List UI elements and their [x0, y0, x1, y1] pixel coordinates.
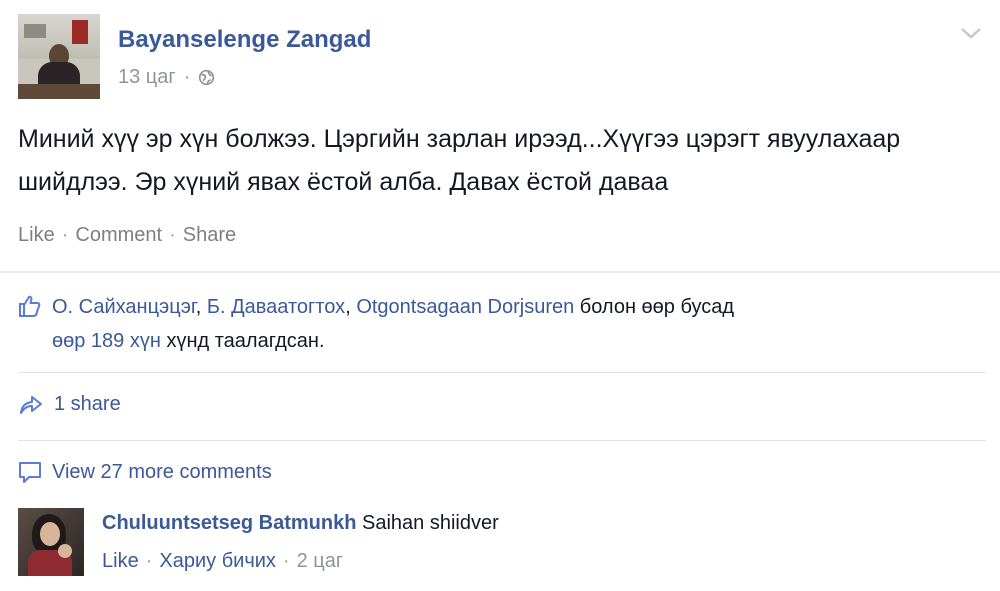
shares-summary[interactable]: 1 share: [18, 392, 121, 416]
author-avatar[interactable]: [18, 14, 100, 99]
post-meta: 13 цаг ·: [118, 66, 215, 89]
likes-others-suffix: хүнд таалагдсан.: [160, 330, 325, 352]
globe-icon[interactable]: [198, 69, 215, 86]
comment-icon: [19, 462, 41, 483]
comment-item: Chuluuntsetseg Batmunkh Saihan shiidver …: [18, 508, 982, 584]
liker-name[interactable]: Otgontsagaan Dorjsuren: [356, 296, 574, 318]
comment-text: Saihan shiidver: [362, 512, 499, 534]
share-link[interactable]: Share: [183, 224, 236, 247]
author-name[interactable]: Bayanselenge Zangad: [118, 26, 371, 54]
chevron-down-icon[interactable]: [960, 26, 982, 40]
comment-link[interactable]: Comment: [75, 224, 162, 247]
share-icon: [20, 396, 42, 414]
meta-separator: ·: [183, 66, 191, 88]
like-icon: [19, 295, 41, 317]
likes-suffix: болон өөр бусад: [574, 296, 735, 318]
commenter-avatar[interactable]: [18, 508, 84, 576]
post-text: Миний хүү эр хүн болжээ. Цэргийн зарлан …: [18, 125, 901, 196]
comment-time[interactable]: 2 цаг: [297, 550, 344, 573]
comment-actions: Like · Хариу бичих · 2 цаг: [102, 550, 343, 573]
likes-line-1: О. Сайханцэцэг, Б. Даваатогтох, Otgontsa…: [18, 290, 968, 324]
comment-reply-link[interactable]: Хариу бичих: [159, 550, 276, 573]
likes-comma: ,: [195, 296, 207, 318]
liker-name[interactable]: О. Сайханцэцэг: [52, 296, 196, 318]
post-header: Bayanselenge Zangad 13 цаг ·: [18, 14, 982, 104]
liker-name[interactable]: Б. Даваатогтох: [207, 296, 345, 318]
likes-comma: ,: [345, 296, 357, 318]
commenter-name[interactable]: Chuluuntsetseg Batmunkh: [102, 512, 356, 534]
action-separator: ·: [169, 224, 176, 246]
section-divider: [18, 372, 986, 373]
view-more-label[interactable]: View 27 more comments: [52, 461, 272, 484]
like-link[interactable]: Like: [18, 224, 55, 247]
view-more-comments[interactable]: View 27 more comments: [18, 460, 272, 484]
action-separator: ·: [145, 550, 153, 572]
comment-like-link[interactable]: Like: [102, 550, 139, 573]
likes-line-2: өөр 189 хүн хүнд таалагдсан.: [18, 324, 968, 358]
post-time[interactable]: 13 цаг: [118, 66, 176, 89]
section-divider: [0, 271, 1000, 273]
comment-line: Chuluuntsetseg Batmunkh Saihan shiidver: [102, 512, 499, 535]
likes-summary: О. Сайханцэцэг, Б. Даваатогтох, Otgontsa…: [18, 290, 968, 358]
likes-others-link[interactable]: өөр 189 хүн: [52, 330, 161, 352]
action-separator: ·: [282, 550, 290, 572]
action-separator: ·: [61, 224, 69, 246]
shares-count[interactable]: 1 share: [54, 393, 121, 416]
post-actions: Like · Comment · Share: [18, 224, 236, 247]
section-divider: [18, 440, 986, 441]
